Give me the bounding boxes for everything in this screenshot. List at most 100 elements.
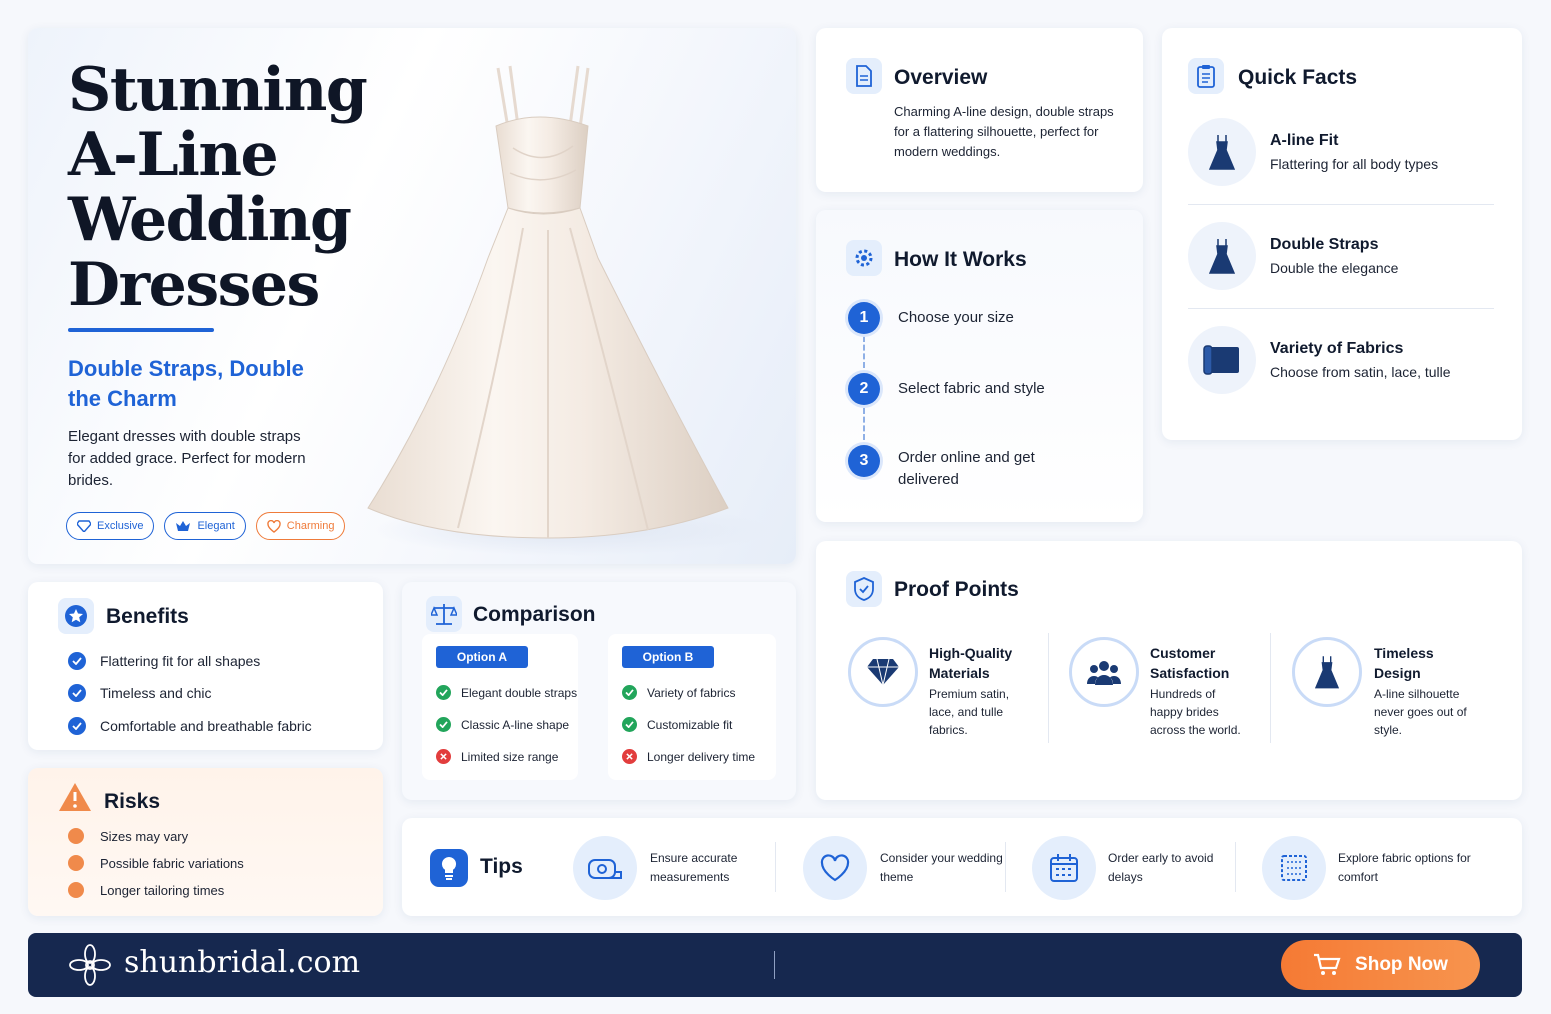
risk-text: Sizes may vary xyxy=(100,828,189,844)
tip-text: Consider your wedding theme xyxy=(880,851,1003,884)
crown-icon xyxy=(176,521,191,531)
benefit-item: Timeless and chic xyxy=(68,684,212,702)
tip-text: Explore fabric options for comfort xyxy=(1338,851,1471,884)
step-text: Select fabric and style xyxy=(898,380,1045,397)
step-number: 2 xyxy=(848,373,880,405)
measuring-tape-icon xyxy=(573,836,637,900)
comparison-item: Elegant double straps xyxy=(436,685,577,700)
tips-card: Tips Ensure accurate measurements Consid… xyxy=(402,818,1522,916)
gear-icon xyxy=(846,240,882,276)
comparison-title: Comparison xyxy=(473,603,596,626)
check-icon xyxy=(68,652,86,670)
comparison-text: Customizable fit xyxy=(647,717,733,732)
badge-exclusive: Exclusive xyxy=(66,512,155,540)
divider xyxy=(1188,308,1494,309)
risks-title: Risks xyxy=(104,790,161,813)
option-a-header: Option A xyxy=(436,646,528,668)
risk-item: Sizes may vary xyxy=(68,828,188,844)
benefit-item: Comfortable and breathable fabric xyxy=(68,717,312,735)
check-icon xyxy=(622,685,637,700)
dress-icon xyxy=(1292,637,1362,707)
divider xyxy=(1235,842,1236,892)
footer-bar: shunbridal.com Shop Now xyxy=(28,933,1522,997)
people-icon xyxy=(1069,637,1139,707)
diamond-icon xyxy=(848,637,918,707)
option-b-column: Option B Variety of fabrics Customizable… xyxy=(608,634,776,780)
risk-item: Possible fabric variations xyxy=(68,855,244,871)
star-badge-icon xyxy=(58,598,94,634)
cross-icon xyxy=(622,749,637,764)
shop-now-label: Shop Now xyxy=(1355,954,1448,975)
option-a-column: Option A Elegant double straps Classic A… xyxy=(422,634,578,780)
overview-title: Overview xyxy=(894,66,988,89)
hero-subtitle: Double Straps, Double the Charm xyxy=(68,356,304,411)
scales-icon xyxy=(426,596,462,632)
badge-elegant: Elegant xyxy=(164,512,246,540)
badge-label: Charming xyxy=(286,520,335,532)
risks-card: Risks Sizes may vary Possible fabric var… xyxy=(28,768,383,916)
fact-title: A-line Fit xyxy=(1270,132,1339,149)
tip-text: Ensure accurate measurements xyxy=(650,851,738,884)
badge-row: Exclusive Elegant Charming xyxy=(66,512,346,540)
badge-label: Elegant xyxy=(197,520,235,532)
how-it-works-card: How It Works 1 Choose your size 2 Select… xyxy=(816,210,1143,522)
step-number: 3 xyxy=(848,445,880,477)
quick-facts-card: Quick Facts A-line Fit Flattering for al… xyxy=(1162,28,1522,440)
comparison-text: Longer delivery time xyxy=(647,749,756,764)
hero-description: Elegant dresses with double straps for a… xyxy=(68,428,306,489)
document-icon xyxy=(846,58,882,94)
fact-title: Variety of Fabrics xyxy=(1270,340,1404,357)
divider xyxy=(1270,633,1271,743)
comparison-item: Variety of fabrics xyxy=(622,685,735,700)
check-icon xyxy=(622,717,637,732)
step-text: Choose your size xyxy=(898,309,1014,326)
comparison-item: Classic A-line shape xyxy=(436,717,569,732)
proof-title: High-Quality Materials xyxy=(929,645,1013,681)
benefit-text: Timeless and chic xyxy=(100,685,212,701)
fact-subtitle: Double the elegance xyxy=(1270,260,1399,276)
step-connector xyxy=(863,408,865,440)
brand-name[interactable]: shunbridal.com xyxy=(124,945,360,980)
divider xyxy=(774,951,775,979)
check-icon xyxy=(68,717,86,735)
heart-icon xyxy=(803,836,867,900)
wedding-dress-image xyxy=(367,65,768,556)
badge-label: Exclusive xyxy=(97,520,144,532)
tips-title: Tips xyxy=(480,855,523,878)
comparison-item: Limited size range xyxy=(436,749,558,764)
bullet-dot xyxy=(68,828,84,844)
risk-text: Possible fabric variations xyxy=(100,855,244,871)
overview-text: Charming A-line design, double straps fo… xyxy=(894,104,1114,159)
fact-title: Double Straps xyxy=(1270,236,1379,253)
proof-text: A-line silhouette never goes out of styl… xyxy=(1374,687,1467,737)
proof-title: Customer Satisfaction xyxy=(1150,645,1230,681)
warning-icon xyxy=(58,782,92,817)
check-icon xyxy=(436,685,451,700)
cross-icon xyxy=(436,749,451,764)
risk-item: Longer tailoring times xyxy=(68,882,224,898)
comparison-item: Customizable fit xyxy=(622,717,732,732)
title-underline xyxy=(68,328,214,332)
benefit-item: Flattering fit for all shapes xyxy=(68,652,260,670)
comparison-card: Comparison Option A Elegant double strap… xyxy=(402,582,796,800)
shield-icon xyxy=(846,571,882,607)
hero-banner: Stunning A-Line Wedding Dresses Double S… xyxy=(28,28,796,564)
risk-text: Longer tailoring times xyxy=(100,882,225,898)
heart-icon xyxy=(267,519,281,533)
clipboard-icon xyxy=(1188,58,1224,94)
dress-icon xyxy=(1188,222,1256,290)
check-icon xyxy=(436,717,451,732)
tip-text: Order early to avoid delays xyxy=(1108,851,1214,884)
proof-title: Timeless Design xyxy=(1374,645,1434,681)
quick-facts-title: Quick Facts xyxy=(1238,66,1358,89)
benefits-card: Benefits Flattering fit for all shapes T… xyxy=(28,582,383,750)
shop-now-button[interactable]: Shop Now xyxy=(1281,940,1480,990)
fact-subtitle: Choose from satin, lace, tulle xyxy=(1270,364,1451,380)
fact-subtitle: Flattering for all body types xyxy=(1270,156,1439,172)
comparison-text: Elegant double straps xyxy=(461,685,578,700)
cart-icon xyxy=(1314,953,1341,975)
proof-points-card: Proof Points High-Quality Materials Prem… xyxy=(816,541,1522,800)
proof-text: Hundreds of happy brides across the worl… xyxy=(1150,687,1241,737)
option-b-header: Option B xyxy=(622,646,714,668)
divider xyxy=(775,842,776,892)
